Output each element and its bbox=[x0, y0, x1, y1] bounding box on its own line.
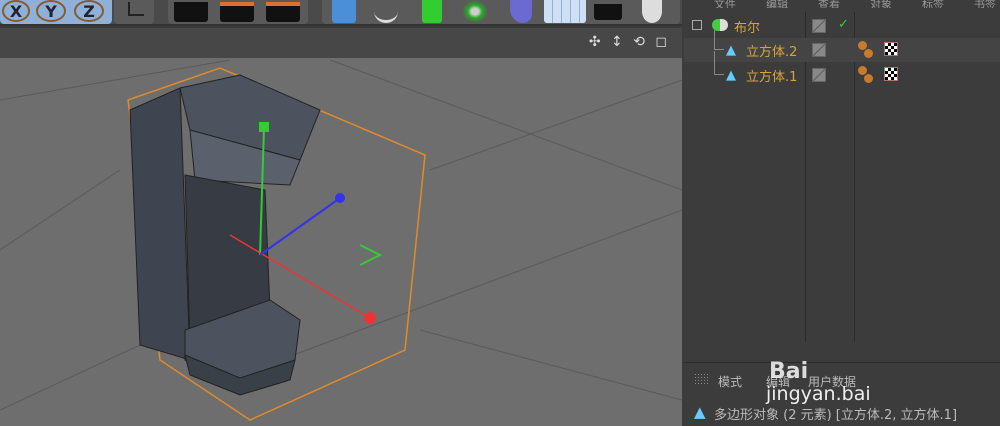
texture-tag-icon[interactable] bbox=[884, 42, 898, 56]
floor-icon[interactable] bbox=[544, 0, 586, 23]
object-name[interactable]: 立方体.2 bbox=[746, 41, 797, 60]
visibility-icon[interactable] bbox=[812, 19, 826, 33]
tree-line bbox=[714, 30, 724, 50]
boolean-object-body bbox=[129, 87, 191, 361]
menu-tags[interactable]: 标签 bbox=[922, 0, 944, 8]
viewport-header: ✣ ↕ ⟲ ◻ bbox=[0, 28, 682, 58]
camera-icon[interactable] bbox=[594, 4, 622, 20]
axis-y-button[interactable]: Y bbox=[36, 0, 66, 22]
menu-file[interactable]: 文件 bbox=[714, 0, 736, 8]
render-settings-icon[interactable] bbox=[266, 2, 300, 22]
coordinate-system-button[interactable] bbox=[114, 0, 154, 24]
watermark-logo: Bai bbox=[769, 359, 809, 384]
enabled-checkmark-icon[interactable]: ✓ bbox=[838, 17, 849, 32]
polygon-object-icon: ▲ bbox=[726, 68, 736, 83]
menu-objects[interactable]: 对象 bbox=[870, 0, 892, 8]
menu-edit[interactable]: 编辑 bbox=[766, 0, 788, 8]
main-toolbar: X Y Z bbox=[0, 0, 682, 26]
visibility-icon[interactable] bbox=[812, 43, 826, 57]
tab-mode[interactable]: 模式 bbox=[718, 373, 742, 390]
collapse-icon[interactable] bbox=[692, 20, 702, 30]
render-group bbox=[168, 0, 308, 24]
object-row-boolean[interactable]: 布尔 ✓ bbox=[684, 14, 1000, 38]
object-manager: 文件 编辑 查看 对象 标签 书签 布尔 ✓ ▲ 立方体.2 ▲ 立方体.1 模… bbox=[684, 0, 1000, 426]
attribute-manager: 模式 编辑 用户数据 Bai jingyan.bai ▲ 多边形对象 (2 元素… bbox=[684, 359, 1000, 426]
selection-status: 多边形对象 (2 元素) [立方体.2, 立方体.1] bbox=[714, 408, 958, 423]
axis-z-button[interactable]: Z bbox=[74, 0, 104, 22]
visibility-icon[interactable] bbox=[812, 68, 826, 82]
tree-line bbox=[714, 51, 724, 75]
texture-tag-icon[interactable] bbox=[884, 67, 898, 81]
render-view-icon[interactable] bbox=[174, 2, 208, 22]
object-row-cube-1[interactable]: ▲ 立方体.1 bbox=[684, 51, 1000, 87]
cloner-icon[interactable] bbox=[462, 0, 488, 23]
render-picture-icon[interactable] bbox=[220, 2, 254, 22]
light-icon[interactable] bbox=[642, 0, 662, 23]
deformer-icon[interactable] bbox=[510, 0, 532, 23]
menu-view[interactable]: 查看 bbox=[818, 0, 840, 8]
cube-icon[interactable] bbox=[332, 0, 356, 23]
polygon-object-icon: ▲ bbox=[726, 43, 736, 58]
menu-bookmarks[interactable]: 书签 bbox=[974, 0, 996, 8]
object-create-group bbox=[322, 0, 680, 24]
spline-pen-icon[interactable] bbox=[374, 0, 398, 23]
coordinate-system-icon bbox=[128, 2, 144, 16]
watermark-text: jingyan.bai bbox=[766, 383, 871, 405]
3d-viewport[interactable] bbox=[0, 58, 682, 426]
object-manager-menu: 文件 编辑 查看 对象 标签 书签 bbox=[684, 0, 1000, 8]
grid-handle-icon bbox=[694, 373, 708, 385]
axis-x-button[interactable]: X bbox=[2, 0, 30, 22]
subdivision-icon[interactable] bbox=[422, 0, 442, 23]
polygon-object-icon: ▲ bbox=[694, 403, 706, 421]
axis-lock-group: X Y Z bbox=[0, 0, 112, 24]
scene-render bbox=[0, 59, 682, 421]
material-tag-icon[interactable] bbox=[864, 74, 873, 83]
object-name[interactable]: 立方体.1 bbox=[746, 66, 797, 85]
material-tag-icon[interactable] bbox=[864, 49, 873, 58]
object-name[interactable]: 布尔 bbox=[734, 17, 760, 36]
viewport-navigation-icons[interactable]: ✣ ↕ ⟲ ◻ bbox=[589, 34, 670, 50]
floor-grid bbox=[0, 59, 682, 411]
object-row-cube-2[interactable]: ▲ 立方体.2 bbox=[684, 30, 1000, 62]
